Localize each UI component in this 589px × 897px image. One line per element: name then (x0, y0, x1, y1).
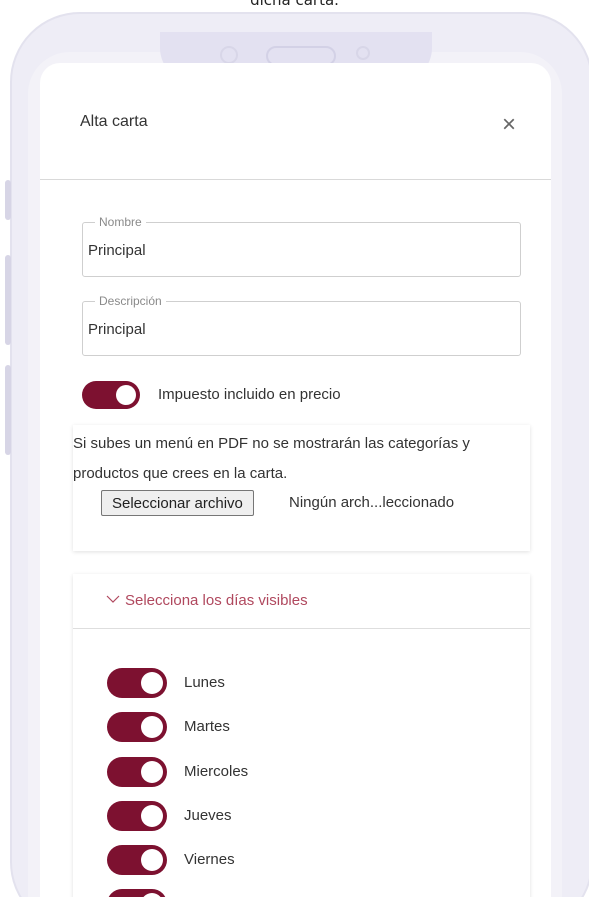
phone-side-button (5, 365, 11, 455)
day-label-jueves: Jueves (184, 807, 232, 824)
day-toggle-viernes[interactable] (107, 845, 167, 875)
toggle-knob (141, 805, 163, 827)
toggle-knob (116, 385, 136, 405)
day-toggle-martes[interactable] (107, 712, 167, 742)
tax-included-toggle[interactable] (82, 381, 140, 409)
page-caption: dicha carta. (250, 0, 339, 9)
day-label-viernes: Viernes (184, 851, 235, 868)
day-toggle-miercoles[interactable] (107, 757, 167, 787)
toggle-knob (141, 761, 163, 783)
nombre-input[interactable] (88, 239, 508, 261)
day-label-lunes: Lunes (184, 674, 225, 691)
descripcion-field: Descripción (82, 294, 521, 356)
phone-camera (356, 46, 370, 60)
day-label-miercoles: Miercoles (184, 763, 249, 780)
day-toggle-lunes[interactable] (107, 668, 167, 698)
file-status-text: Ningún arch...leccionado (289, 494, 455, 511)
pdf-info-text: Si subes un menú en PDF no se mostrarán … (73, 435, 470, 482)
day-toggle-jueves[interactable] (107, 801, 167, 831)
toggle-knob (141, 849, 163, 871)
visible-days-title: Selecciona los días visibles (125, 592, 308, 609)
nombre-field: Nombre (82, 215, 521, 277)
chevron-down-icon (106, 595, 120, 603)
close-icon[interactable]: × (498, 113, 520, 137)
toggle-knob (141, 716, 163, 738)
modal-header: Alta carta × (40, 63, 551, 180)
phone-side-button (5, 180, 11, 220)
day-label-martes: Martes (184, 718, 230, 735)
pdf-upload-card: Si subes un menú en PDF no se mostrarán … (73, 425, 530, 551)
modal: Alta carta × Nombre Descripción Impuesto… (40, 63, 551, 897)
descripcion-label: Descripción (95, 294, 166, 308)
select-file-button[interactable]: Seleccionar archivo (101, 490, 254, 516)
day-toggle-partial[interactable] (107, 889, 167, 897)
nombre-label: Nombre (95, 215, 146, 229)
toggle-knob (141, 672, 163, 694)
phone-side-button (5, 255, 11, 345)
tax-included-label: Impuesto incluido en precio (158, 386, 341, 403)
toggle-knob (141, 893, 163, 897)
descripcion-input[interactable] (88, 318, 508, 340)
visible-days-panel: Selecciona los días visibles Lunes Marte… (73, 574, 530, 897)
phone-sensor (220, 46, 238, 64)
modal-title: Alta carta (80, 113, 148, 130)
visible-days-header[interactable]: Selecciona los días visibles (73, 574, 530, 629)
